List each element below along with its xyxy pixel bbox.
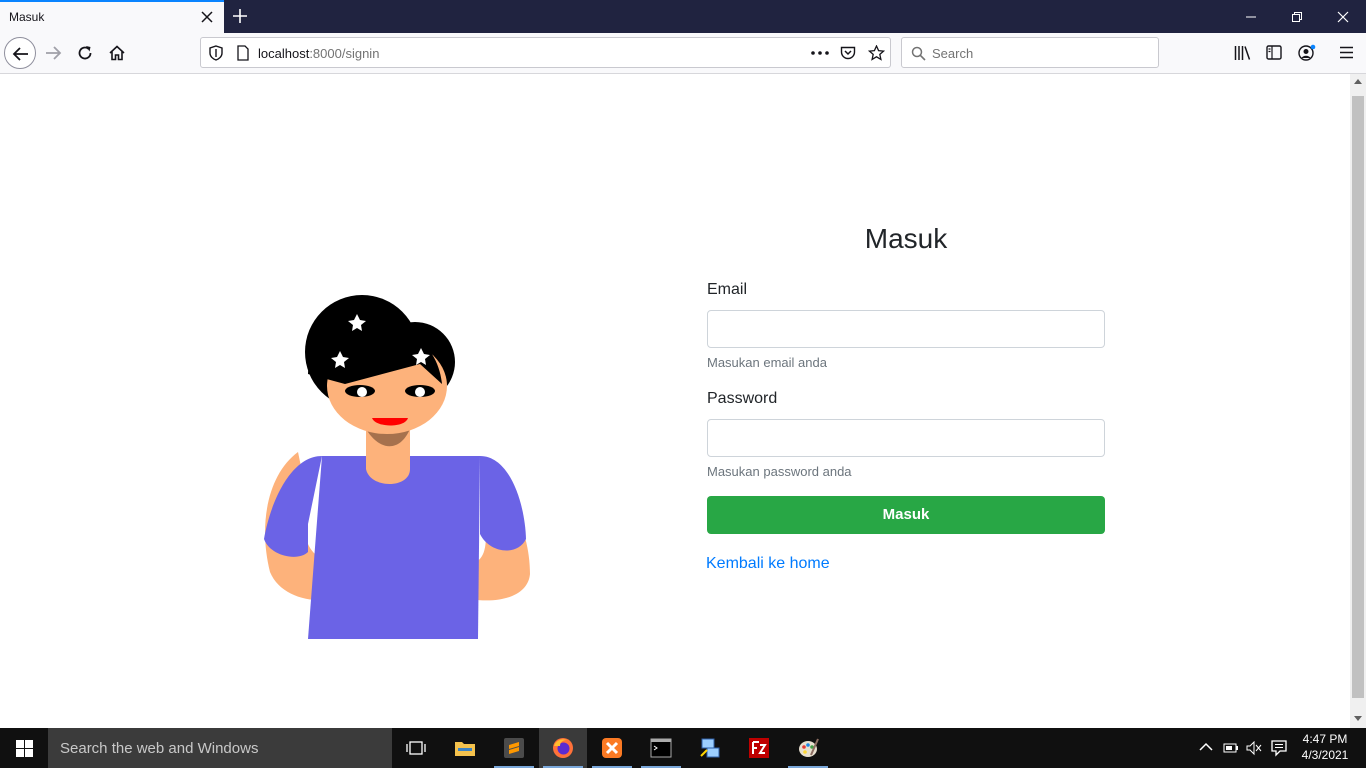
paint-icon xyxy=(799,738,819,757)
minimize-button[interactable] xyxy=(1228,0,1274,33)
show-hidden-icons-icon[interactable] xyxy=(1199,742,1213,782)
home-button[interactable] xyxy=(101,37,133,69)
tab-title: Masuk xyxy=(9,10,45,24)
pocket-icon[interactable] xyxy=(840,45,856,61)
password-help-text: Masukan password anda xyxy=(707,464,852,479)
tab-strip: Masuk xyxy=(0,0,1366,33)
search-placeholder: Search xyxy=(932,46,974,61)
action-center-icon[interactable] xyxy=(1271,740,1287,780)
xampp-icon xyxy=(602,738,622,758)
reload-button[interactable] xyxy=(69,37,101,69)
scroll-down-icon[interactable] xyxy=(1354,716,1362,722)
email-field[interactable] xyxy=(707,310,1105,348)
scrollbar-thumb[interactable] xyxy=(1352,96,1364,698)
windows-logo-icon xyxy=(16,740,33,757)
clock-date: 4/3/2021 xyxy=(1301,748,1349,762)
filezilla-icon xyxy=(749,738,769,758)
password-label: Password xyxy=(707,390,778,407)
page-actions-icon[interactable] xyxy=(811,51,829,55)
forward-arrow-icon xyxy=(46,46,62,60)
account-icon[interactable] xyxy=(1298,44,1316,62)
search-icon xyxy=(911,46,926,61)
back-arrow-icon xyxy=(12,47,28,61)
home-icon xyxy=(109,45,125,61)
filezilla-button[interactable] xyxy=(735,728,783,768)
back-button[interactable] xyxy=(4,37,36,69)
browser-tab[interactable]: Masuk xyxy=(0,0,224,33)
taskbar-search-placeholder: Search the web and Windows xyxy=(60,740,259,757)
speaker-muted-icon[interactable] xyxy=(1246,741,1262,781)
page-content: Masuk Email Masukan email anda Password … xyxy=(0,74,1350,728)
system-clock[interactable]: 4:47 PM 4/3/2021 xyxy=(1290,731,1360,763)
sidebar-icon[interactable] xyxy=(1266,45,1282,60)
firefox-icon xyxy=(553,738,573,758)
search-bar[interactable]: Search xyxy=(901,37,1159,68)
email-help-text: Masukan email anda xyxy=(707,355,827,370)
restore-button[interactable] xyxy=(1274,0,1320,33)
firefox-button[interactable] xyxy=(539,728,587,768)
back-to-home-link[interactable]: Kembali ke home xyxy=(706,555,830,573)
email-label: Email xyxy=(707,281,748,298)
file-explorer-icon xyxy=(455,742,475,756)
start-button[interactable] xyxy=(0,728,48,768)
forward-button[interactable] xyxy=(37,37,69,69)
page-info-icon[interactable] xyxy=(236,45,250,61)
navigation-toolbar: localhost:8000/signin Search xyxy=(0,33,1366,74)
battery-icon[interactable] xyxy=(1223,742,1239,782)
taskbar-search[interactable]: Search the web and Windows xyxy=(48,728,392,768)
close-tab-icon[interactable] xyxy=(199,9,215,25)
task-view-icon xyxy=(406,741,426,755)
network-button[interactable] xyxy=(686,728,734,768)
scroll-up-icon[interactable] xyxy=(1354,78,1362,84)
close-window-button[interactable] xyxy=(1320,0,1366,33)
reload-icon xyxy=(78,46,92,60)
person-illustration xyxy=(264,295,530,639)
clock-time: 4:47 PM xyxy=(1302,732,1348,746)
terminal-button[interactable] xyxy=(637,728,685,768)
menu-icon[interactable] xyxy=(1339,46,1354,59)
minimize-icon xyxy=(1246,16,1256,18)
network-icon xyxy=(700,738,720,758)
submit-button[interactable]: Masuk xyxy=(707,496,1105,534)
library-icon[interactable] xyxy=(1234,45,1251,61)
task-view-button[interactable] xyxy=(392,728,440,768)
terminal-icon xyxy=(650,738,672,758)
address-bar[interactable]: localhost:8000/signin xyxy=(200,37,891,68)
url-text: localhost:8000/signin xyxy=(258,46,380,61)
bookmark-star-icon[interactable] xyxy=(868,45,885,61)
sublime-text-icon xyxy=(504,738,524,758)
shield-icon[interactable] xyxy=(209,45,223,61)
paint-button[interactable] xyxy=(784,728,832,768)
new-tab-icon[interactable] xyxy=(230,6,250,26)
password-field[interactable] xyxy=(707,419,1105,457)
form-title: Masuk xyxy=(864,223,948,254)
sublime-text-button[interactable] xyxy=(490,728,538,768)
close-window-icon xyxy=(1337,11,1349,23)
xampp-button[interactable] xyxy=(588,728,636,768)
file-explorer-button[interactable] xyxy=(441,728,489,768)
taskbar: Search the web and Windows 4:47 PM 4/3/2… xyxy=(0,728,1366,768)
restore-icon xyxy=(1292,12,1302,22)
